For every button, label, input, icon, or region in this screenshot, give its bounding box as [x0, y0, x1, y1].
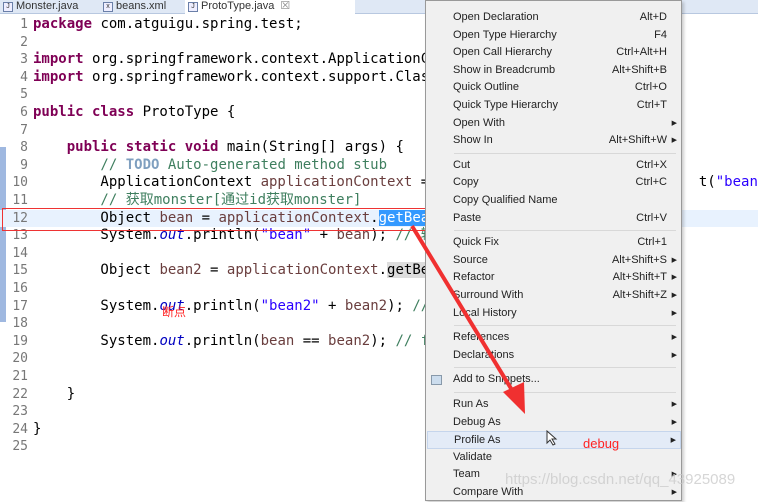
debug-annotation: debug — [583, 436, 620, 451]
red-arrow — [410, 224, 525, 414]
mouse-cursor-icon — [546, 430, 558, 446]
watermark: https://blog.csdn.net/qq_43925089 — [505, 471, 736, 488]
arrow-shaft — [410, 224, 517, 397]
arrow-head — [503, 382, 525, 414]
